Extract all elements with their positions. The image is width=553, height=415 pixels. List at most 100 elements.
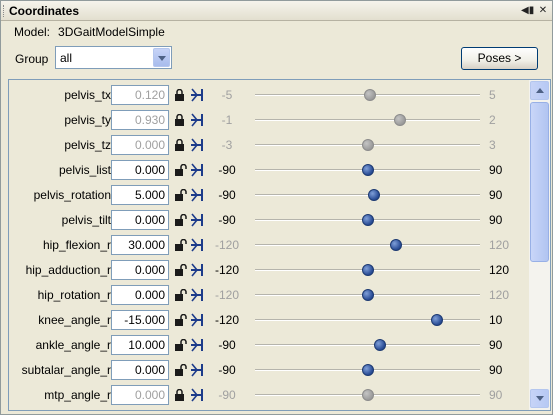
close-icon[interactable]: ✕ (537, 4, 549, 17)
scroll-up-icon[interactable] (530, 81, 549, 100)
range-max: 120 (489, 238, 510, 252)
coordinate-list: pelvis_tx 0.120 -5 5 pelvis_ty 0.930 -1 2 pelvis… (8, 79, 551, 411)
lock-icon[interactable] (174, 213, 187, 226)
coordinate-value-field[interactable]: 0.000 (111, 360, 169, 380)
clamp-icon[interactable] (189, 237, 207, 253)
lock-icon[interactable] (174, 388, 185, 401)
coordinate-row: hip_flexion_r 30.000 -120 120 (9, 234, 529, 256)
coordinate-slider-thumb[interactable] (361, 139, 374, 151)
coordinate-name: pelvis_tx (64, 88, 111, 102)
range-max: 120 (489, 263, 510, 277)
coordinate-slider-thumb[interactable] (393, 114, 406, 126)
coordinate-row: pelvis_list 0.000 -90 90 (9, 159, 529, 181)
clamp-icon[interactable] (189, 112, 207, 128)
clamp-icon[interactable] (189, 262, 207, 278)
coordinate-slider-thumb[interactable] (374, 339, 387, 351)
dock-icon[interactable]: ◀▮ (521, 4, 534, 17)
lock-icon[interactable] (174, 263, 187, 276)
coordinate-slider-track[interactable] (255, 319, 480, 321)
coordinate-name: pelvis_tilt (61, 213, 111, 227)
coordinate-value-field[interactable]: 30.000 (111, 235, 169, 255)
coordinate-name: pelvis_rotation (33, 188, 111, 202)
clamp-icon[interactable] (189, 162, 207, 178)
model-row: Model: 3DGaitModelSimple (14, 25, 165, 39)
coordinate-name: pelvis_tz (64, 138, 111, 152)
range-min: -120 (214, 313, 240, 327)
lock-icon[interactable] (174, 113, 185, 126)
coordinate-name: mtp_angle_r (44, 388, 111, 402)
group-select[interactable]: all (55, 46, 172, 69)
coordinate-value-field[interactable]: 0.000 (111, 260, 169, 280)
coordinate-slider-thumb[interactable] (430, 314, 443, 326)
coordinate-slider-track[interactable] (255, 119, 480, 121)
coordinate-slider-thumb[interactable] (364, 89, 377, 101)
coordinate-name: ankle_angle_r (35, 338, 111, 352)
coordinate-slider-track[interactable] (255, 244, 480, 246)
scrollbar-thumb[interactable] (530, 102, 549, 262)
coordinate-row: pelvis_tilt 0.000 -90 90 (9, 209, 529, 231)
coordinate-slider-track[interactable] (255, 344, 480, 346)
coordinate-value-field[interactable]: 0.000 (111, 210, 169, 230)
grip-handle[interactable] (3, 5, 6, 17)
coordinate-value-field[interactable]: 0.120 (111, 85, 169, 105)
poses-button[interactable]: Poses > (461, 47, 538, 70)
coordinate-name: hip_adduction_r (25, 263, 111, 277)
lock-icon[interactable] (174, 88, 185, 101)
coordinate-slider-thumb[interactable] (367, 189, 380, 201)
scroll-down-icon[interactable] (530, 389, 549, 408)
clamp-icon[interactable] (189, 337, 207, 353)
coordinate-slider-thumb[interactable] (361, 389, 374, 401)
coordinate-row: pelvis_tx 0.120 -5 5 (9, 84, 529, 106)
coordinate-name: pelvis_ty (64, 113, 111, 127)
clamp-icon[interactable] (189, 137, 207, 153)
coordinate-slider-thumb[interactable] (361, 164, 374, 176)
coordinate-row: pelvis_rotation 5.000 -90 90 (9, 184, 529, 206)
range-min: -90 (218, 213, 236, 227)
coordinate-value-field[interactable]: 5.000 (111, 185, 169, 205)
range-max: 90 (489, 363, 503, 377)
lock-icon[interactable] (174, 163, 187, 176)
coordinate-slider-thumb[interactable] (389, 239, 402, 251)
range-max: 10 (489, 313, 503, 327)
coordinate-value-field[interactable]: 0.930 (111, 110, 169, 130)
coordinate-name: hip_flexion_r (42, 238, 111, 252)
lock-icon[interactable] (174, 288, 187, 301)
clamp-icon[interactable] (189, 212, 207, 228)
coordinate-value-field[interactable]: -15.000 (111, 310, 169, 330)
coordinate-row: pelvis_ty 0.930 -1 2 (9, 109, 529, 131)
panel-title: Coordinates (9, 4, 80, 18)
coordinate-value-field[interactable]: 10.000 (111, 335, 169, 355)
lock-icon[interactable] (174, 188, 187, 201)
range-max: 90 (489, 188, 503, 202)
clamp-icon[interactable] (189, 387, 207, 403)
vertical-scrollbar[interactable] (529, 80, 550, 410)
coordinate-slider-thumb[interactable] (361, 289, 374, 301)
chevron-down-icon[interactable] (153, 48, 170, 67)
coordinate-slider-thumb[interactable] (361, 214, 374, 226)
clamp-icon[interactable] (189, 312, 207, 328)
coordinate-name: hip_rotation_r (37, 288, 111, 302)
coordinate-name: knee_angle_r (38, 313, 111, 327)
range-max: 90 (489, 338, 503, 352)
lock-icon[interactable] (174, 338, 187, 351)
coordinate-row: hip_rotation_r 0.000 -120 120 (9, 284, 529, 306)
model-label: Model: (14, 25, 51, 39)
coordinate-value-field[interactable]: 0.000 (111, 160, 169, 180)
coordinate-slider-thumb[interactable] (361, 264, 374, 276)
lock-icon[interactable] (174, 138, 185, 151)
lock-icon[interactable] (174, 313, 187, 326)
range-max: 90 (489, 388, 503, 402)
clamp-icon[interactable] (189, 187, 207, 203)
coordinate-value-field[interactable]: 0.000 (111, 385, 169, 405)
clamp-icon[interactable] (189, 87, 207, 103)
clamp-icon[interactable] (189, 287, 207, 303)
lock-icon[interactable] (174, 363, 187, 376)
lock-icon[interactable] (174, 238, 187, 251)
coordinate-value-field[interactable]: 0.000 (111, 135, 169, 155)
range-min: -3 (221, 138, 233, 152)
range-min: -5 (221, 88, 233, 102)
coordinate-slider-thumb[interactable] (361, 364, 374, 376)
coordinate-name: subtalar_angle_r (21, 363, 111, 377)
coordinate-value-field[interactable]: 0.000 (111, 285, 169, 305)
clamp-icon[interactable] (189, 362, 207, 378)
